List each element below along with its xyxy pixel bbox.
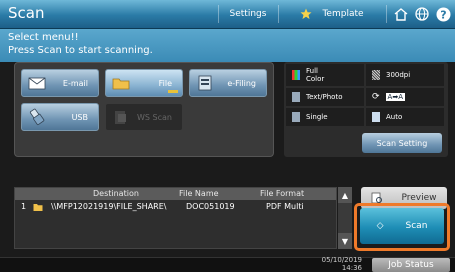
single-side-icon <box>292 112 300 122</box>
table-header: Destination File Name File Format <box>15 188 336 200</box>
page-title: Scan <box>8 4 45 22</box>
row-index: 1 <box>21 202 27 211</box>
template-button[interactable]: Template <box>282 5 382 23</box>
template-label: Template <box>322 9 364 19</box>
resolution-setting: 300dpi <box>366 64 444 86</box>
row-destination: \\MFP12021919\FILE_SHARE\ <box>51 202 167 211</box>
rotate-icon: ⟳ <box>372 92 380 102</box>
rotation-setting: ⟳ A➡A <box>366 88 444 106</box>
duplex-setting: Single <box>286 108 364 126</box>
selected-indicator <box>168 90 178 93</box>
column-header-file-format: File Format <box>260 189 305 198</box>
scan-function-panel: E-mail File e-Filing USB WS Scan <box>14 62 274 157</box>
original-mode-value: Text/Photo <box>306 93 343 101</box>
file-button[interactable]: File <box>105 69 183 97</box>
usb-label: USB <box>71 112 88 122</box>
scan-settings-panel: Full Color 300dpi Text/Photo ⟳ A➡A Singl… <box>284 62 448 157</box>
original-mode-setting: Text/Photo <box>286 88 364 106</box>
settings-label: Settings <box>229 9 267 19</box>
auto-size-icon <box>372 112 380 122</box>
table-scrollbar: ▲ ▼ <box>338 187 352 249</box>
email-button[interactable]: E-mail <box>21 69 99 97</box>
wsscan-icon <box>115 111 126 124</box>
size-value: Auto <box>386 113 403 121</box>
globe-icon <box>415 7 429 21</box>
destination-table: Destination File Name File Format 1 \\MF… <box>14 187 337 249</box>
column-header-file-name: File Name <box>179 189 219 198</box>
home-button[interactable] <box>390 5 412 23</box>
efiling-label: e-Filing <box>227 78 256 88</box>
folder-icon <box>112 78 130 90</box>
envelope-icon <box>28 77 46 90</box>
table-row[interactable]: 1 \\MFP12021919\FILE_SHARE\ DOC051019 PD… <box>15 201 336 214</box>
start-icon: ◇ <box>376 221 384 231</box>
home-icon <box>394 8 408 21</box>
email-label: E-mail <box>62 78 88 88</box>
message-area: Select menu!! Press Scan to start scanni… <box>0 29 455 62</box>
size-setting: Auto <box>366 108 444 126</box>
resolution-icon <box>372 70 380 80</box>
scroll-down-button[interactable]: ▼ <box>338 233 352 249</box>
chevron-down-icon: ▼ <box>341 236 349 246</box>
scroll-up-button[interactable]: ▲ <box>338 187 352 203</box>
settings-button[interactable]: Settings <box>222 5 274 23</box>
scan-button[interactable]: ◇ Scan <box>360 208 444 244</box>
column-header-destination: Destination <box>93 189 139 198</box>
scan-label: Scan <box>405 221 428 231</box>
duplex-value: Single <box>306 113 328 121</box>
color-mode-line2: Color <box>306 75 325 83</box>
message-line-1: Select menu!! <box>8 32 79 43</box>
time-text: 14:36 <box>341 264 362 272</box>
scan-setting-button[interactable]: Scan Setting <box>362 133 442 153</box>
job-status-label: Job Status <box>388 260 434 270</box>
help-button[interactable]: ? <box>434 5 452 23</box>
row-file-name: DOC051019 <box>186 202 235 211</box>
resolution-value: 300dpi <box>386 71 411 79</box>
color-mode-setting: Full Color <box>286 64 364 86</box>
top-bar: Scan Settings Template ? <box>0 0 455 29</box>
folder-icon <box>33 204 43 211</box>
star-icon <box>300 8 312 19</box>
color-swatch-icon <box>292 70 300 80</box>
wsscan-button[interactable]: WS Scan <box>105 103 183 131</box>
wsscan-label: WS Scan <box>137 112 172 122</box>
language-button[interactable] <box>412 5 432 23</box>
efiling-icon <box>198 75 212 91</box>
usb-icon <box>29 108 45 126</box>
efiling-button[interactable]: e-Filing <box>189 69 267 97</box>
preview-label: Preview <box>401 193 437 203</box>
usb-button[interactable]: USB <box>21 103 99 131</box>
job-status-button[interactable]: Job Status <box>372 258 450 272</box>
date-time: 05/10/2019 14:36 <box>300 256 362 272</box>
divider <box>278 5 279 23</box>
svg-text:?: ? <box>440 8 446 21</box>
file-label: File <box>158 78 172 88</box>
chevron-up-icon: ▲ <box>341 190 349 200</box>
divider <box>386 5 387 23</box>
message-line-2: Press Scan to start scanning. <box>8 45 153 56</box>
color-mode-line1: Full <box>306 67 318 75</box>
page-rotate-icon: A➡A <box>385 93 405 101</box>
help-icon: ? <box>436 7 450 21</box>
scan-setting-label: Scan Setting <box>376 138 428 148</box>
row-file-format: PDF Multi <box>266 202 304 211</box>
date-text: 05/10/2019 <box>321 256 362 264</box>
divider <box>218 5 219 23</box>
document-icon <box>292 92 300 102</box>
